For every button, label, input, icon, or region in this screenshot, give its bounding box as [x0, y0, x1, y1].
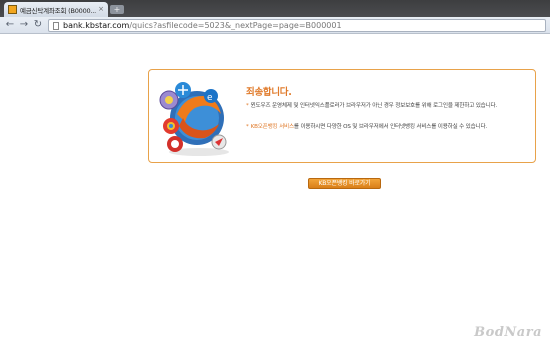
bullet-icon: * [246, 124, 249, 130]
notice-title: 죄송합니다. [246, 87, 292, 98]
browser-tab[interactable]: 예금신탁계좌조회 (B0000... × [4, 2, 108, 17]
url-host: bank.kbstar.com [63, 21, 130, 30]
favicon-icon [8, 5, 17, 14]
browser-logos-illustration: e [159, 82, 229, 156]
bullet-icon: * [246, 103, 249, 109]
notice-line-2-text: 를 이용하시면 다양한 OS 및 브라우저에서 인터넷뱅킹 서비스를 이용하실 … [293, 124, 488, 130]
svg-text:e: e [207, 93, 213, 103]
address-bar[interactable]: bank.kbstar.com/quics?asfilecode=5023&_n… [48, 19, 546, 32]
notice-line-1: * 윈도우즈 운영체제 및 인터넷익스플로러가 브라우저가 아닌 경우 정보보호를… [246, 102, 526, 110]
watermark-logo: BodNara [474, 325, 542, 340]
new-tab-button[interactable]: + [110, 5, 124, 14]
url-text[interactable]: bank.kbstar.com/quics?asfilecode=5023&_n… [63, 21, 342, 30]
notice-line-2: * KB오픈뱅킹 서비스를 이용하시면 다양한 OS 및 브라우저에서 인터넷뱅킹… [246, 123, 526, 131]
toolbar: ← → ↻ bank.kbstar.com/quics?asfilecode=5… [0, 17, 550, 34]
back-icon[interactable]: ← [4, 19, 16, 31]
page-icon [53, 21, 59, 30]
kb-open-banking-button[interactable]: KB오픈뱅킹 바로가기 [308, 178, 381, 189]
kb-open-banking-link[interactable]: KB오픈뱅킹 서비스 [251, 124, 295, 130]
notice-line-1-text: 윈도우즈 운영체제 및 인터넷익스플로러가 브라우저가 아닌 경우 정보보호를 … [250, 103, 498, 109]
tab-title: 예금신탁계좌조회 (B0000... [20, 6, 97, 15]
forward-icon[interactable]: → [18, 19, 30, 31]
close-tab-icon[interactable]: × [98, 6, 104, 13]
notice-box: e 죄송합니다. * 윈도우즈 운영체제 및 인터넷익스플로러가 브라우저가 아닌… [148, 69, 536, 163]
reload-icon[interactable]: ↻ [32, 19, 44, 31]
tab-strip: 예금신탁계좌조회 (B0000... × + [0, 0, 550, 17]
url-path: /quics?asfilecode=5023&_nextPage=page=B0… [129, 21, 342, 30]
